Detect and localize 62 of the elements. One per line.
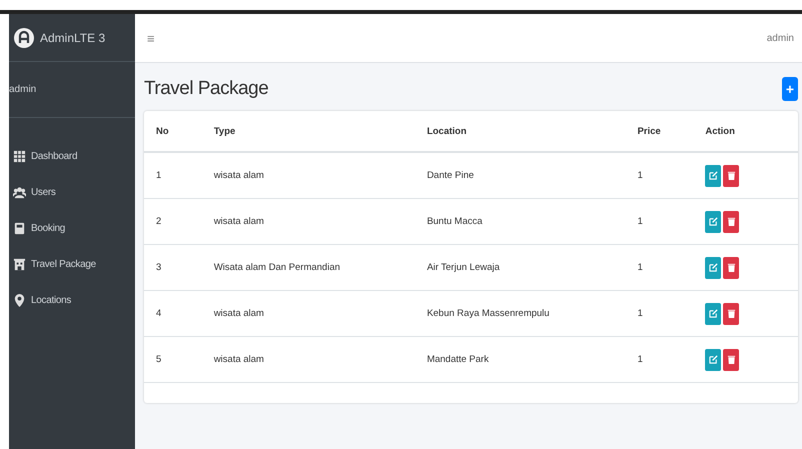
delete-button[interactable] (723, 256, 740, 278)
table-cell: 1 (625, 336, 694, 382)
table-cell: 1 (625, 290, 694, 336)
column-header: Price (625, 111, 694, 152)
delete-button[interactable] (723, 348, 740, 370)
table-cell: Wisata alam Dan Permandian (202, 244, 415, 290)
table-cell: Air Terjun Lewaja (414, 244, 626, 290)
edit-button[interactable] (705, 210, 722, 232)
sidebar-item[interactable]: Locations (9, 282, 135, 318)
table-cell: 5 (144, 336, 202, 382)
page-title: Travel Package (144, 78, 268, 100)
column-header: Type (202, 111, 415, 152)
edit-icon (708, 217, 718, 226)
pin-icon (13, 294, 26, 306)
column-header: No (144, 111, 202, 152)
edit-icon (708, 263, 718, 272)
delete-button[interactable] (723, 302, 740, 324)
table-cell: 2 (144, 198, 202, 244)
user-menu[interactable]: admin (766, 32, 794, 44)
table-cell: wisata alam (202, 290, 415, 336)
delete-button[interactable] (723, 210, 740, 232)
sidebar-item[interactable]: Travel Package (9, 246, 135, 282)
trash-icon (726, 263, 736, 272)
table-cell: 3 (144, 244, 202, 290)
table-cell: 1 (625, 244, 694, 290)
table-cell: wisata alam (202, 198, 415, 244)
sidebar-item[interactable]: Dashboard (9, 138, 135, 174)
building-icon (13, 258, 26, 270)
table-cell: Buntu Macca (414, 198, 626, 244)
sidebar-item[interactable]: Users (9, 174, 135, 210)
sidebar-item[interactable]: Booking (9, 210, 135, 246)
add-button[interactable]: + (782, 77, 798, 101)
user-name[interactable]: admin (9, 84, 36, 95)
edit-icon (708, 171, 718, 180)
brand-name[interactable]: AdminLTE 3 (40, 30, 106, 44)
edit-icon (708, 355, 718, 364)
table-cell: 1 (625, 198, 694, 244)
menu-icon[interactable]: ≡ (147, 30, 155, 46)
users-icon (13, 186, 26, 198)
trash-icon (726, 355, 736, 364)
trash-icon (726, 217, 736, 226)
trash-icon (726, 171, 736, 180)
edit-icon (708, 309, 718, 318)
grid-icon (13, 150, 26, 162)
table-cell: wisata alam (202, 336, 415, 382)
edit-button[interactable] (705, 348, 722, 370)
table-cell: Mandatte Park (414, 336, 626, 382)
table-cell: 1 (144, 152, 202, 198)
table-cell: wisata alam (202, 152, 415, 198)
edit-button[interactable] (705, 302, 722, 324)
book-icon (13, 222, 26, 234)
table-cell: 1 (625, 152, 694, 198)
delete-button[interactable] (723, 164, 740, 186)
logo-icon (14, 28, 34, 48)
column-header: Location (414, 111, 626, 152)
edit-button[interactable] (705, 256, 722, 278)
column-header: Action (693, 111, 798, 152)
edit-button[interactable] (705, 164, 722, 186)
table-cell: Dante Pine (414, 152, 626, 198)
trash-icon (726, 309, 736, 318)
table-cell: Kebun Raya Massenrempulu (414, 290, 626, 336)
table-cell: 4 (144, 290, 202, 336)
